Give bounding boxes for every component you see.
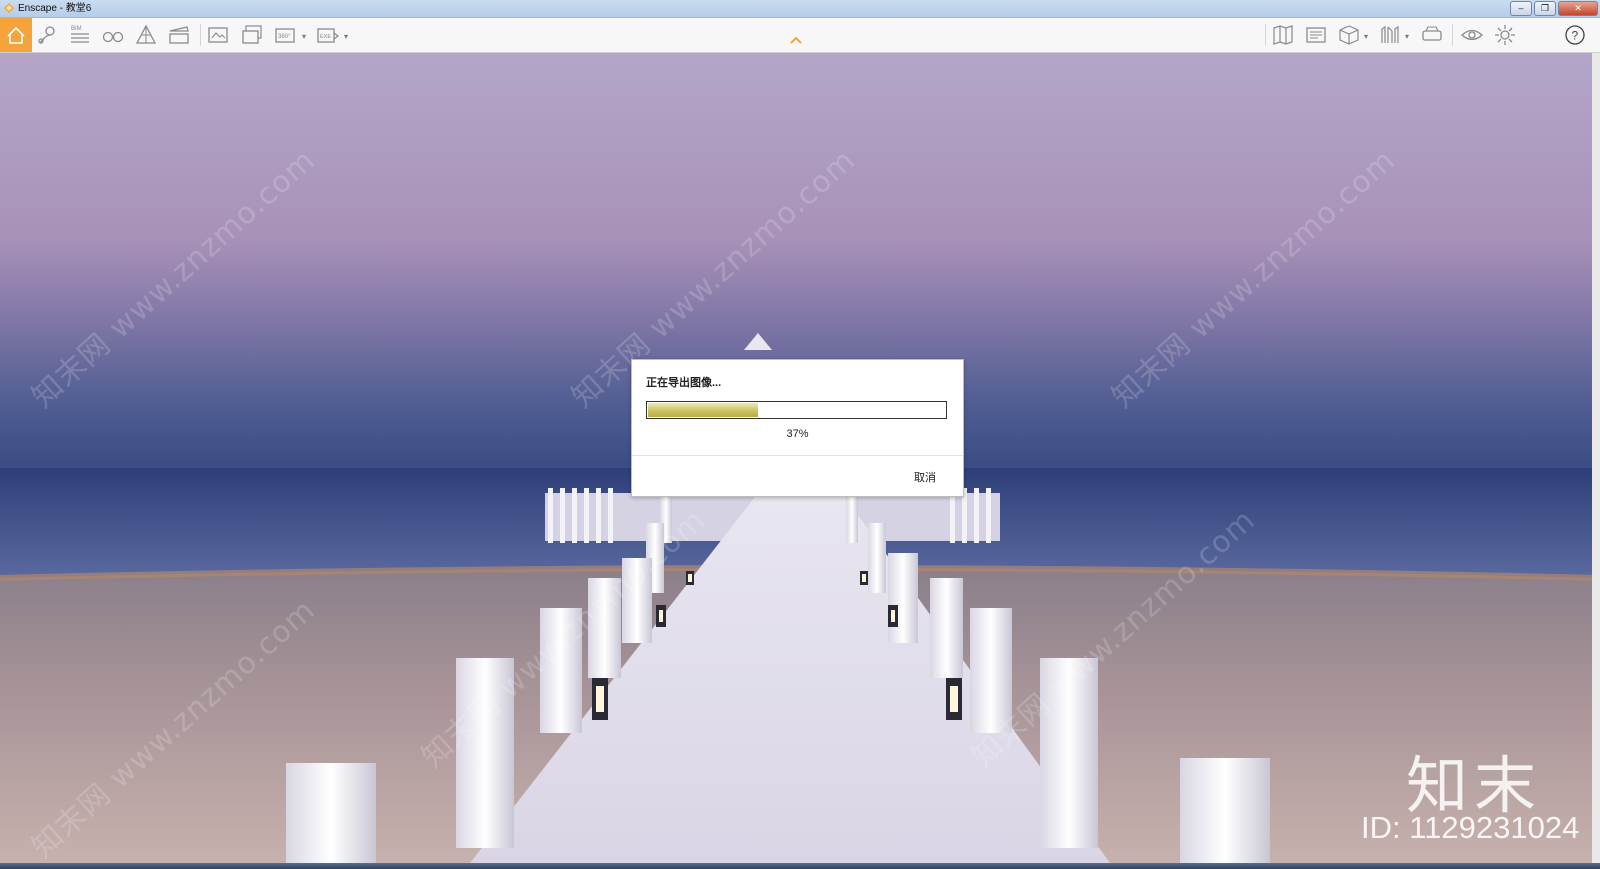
progress-percent: 37% — [786, 428, 809, 440]
window-controls: – ❐ ✕ — [1508, 0, 1598, 16]
asset-library-button[interactable] — [1378, 23, 1404, 47]
restore-button[interactable]: ❐ — [1534, 1, 1556, 16]
panorama-label: 360° — [278, 34, 291, 40]
toolbar-divider-right — [1265, 24, 1266, 46]
help-button[interactable]: ? — [1563, 23, 1589, 47]
panorama-dropdown-icon[interactable]: ▾ — [302, 32, 306, 41]
title-bar: Enscape - 教堂6 – ❐ ✕ — [0, 0, 1600, 18]
render-image-button[interactable] — [206, 23, 232, 47]
batch-render-button[interactable] — [240, 23, 266, 47]
perspective-button[interactable] — [134, 23, 160, 47]
binoculars-button[interactable] — [101, 23, 127, 47]
progress-fill — [648, 403, 758, 417]
dialog-divider — [632, 455, 963, 456]
bim-button[interactable]: BIM — [68, 23, 94, 47]
enscape-logo-icon — [4, 3, 14, 13]
settings-button[interactable] — [1493, 23, 1519, 47]
home-button[interactable] — [0, 18, 32, 52]
home-icon — [7, 26, 25, 44]
render-image-icon — [208, 27, 228, 43]
export-exe-button[interactable]: EXE — [316, 23, 342, 47]
vr-button[interactable] — [1420, 23, 1446, 47]
help-icon: ? — [1565, 25, 1585, 45]
binoculars-icon — [102, 31, 124, 43]
location-button[interactable] — [36, 23, 62, 47]
views-dropdown-icon[interactable]: ▾ — [1364, 32, 1368, 41]
perspective-icon — [135, 24, 157, 44]
exe-label: EXE — [320, 34, 331, 40]
cancel-button[interactable]: 取消 — [914, 469, 936, 485]
gallery-icon — [1306, 27, 1326, 43]
toolbar-divider — [200, 24, 201, 46]
map-icon — [1273, 25, 1293, 45]
clapper-icon — [169, 26, 189, 44]
export-exe-icon: EXE — [317, 28, 339, 43]
asset-dropdown-icon[interactable]: ▾ — [1405, 32, 1409, 41]
location-icon — [38, 26, 55, 44]
dialog-title: 正在导出图像... — [646, 377, 722, 389]
enscape-window: Enscape - 教堂6 – ❐ ✕ BIM 360° ▾ EXE ▾ ▾ ▾… — [0, 0, 1600, 869]
main-toolbar: BIM 360° ▾ EXE ▾ ▾ ▾ ? — [0, 18, 1600, 53]
bim-icon: BIM — [71, 26, 89, 43]
visual-settings-icon — [1461, 29, 1483, 41]
cube-view-icon — [1339, 25, 1359, 45]
toolbar-divider-right-2 — [1452, 24, 1453, 46]
panorama-button[interactable]: 360° — [274, 23, 300, 47]
svg-text:?: ? — [1572, 29, 1579, 43]
panorama-360-icon: 360° — [275, 28, 295, 43]
map-button[interactable] — [1271, 23, 1297, 47]
id-watermark: ID: 1129231024 — [1361, 810, 1580, 845]
gallery-button[interactable] — [1304, 23, 1330, 47]
export-progress-bar — [646, 401, 947, 419]
asset-library-icon — [1381, 25, 1399, 43]
close-button[interactable]: ✕ — [1558, 1, 1598, 16]
visual-settings-button[interactable] — [1460, 23, 1486, 47]
views-button[interactable] — [1337, 23, 1363, 47]
bim-label: BIM — [71, 26, 82, 32]
window-title: Enscape - 教堂6 — [18, 3, 92, 14]
vr-headset-icon — [1422, 26, 1442, 41]
settings-gear-icon — [1495, 25, 1515, 45]
export-progress-dialog: 正在导出图像... 37% 取消 — [631, 359, 964, 497]
minimize-button[interactable]: – — [1510, 1, 1532, 16]
export-dropdown-icon[interactable]: ▾ — [344, 32, 348, 41]
video-editor-button[interactable] — [167, 23, 193, 47]
collapse-toolbar-icon[interactable] — [788, 34, 804, 46]
vertical-scrollbar[interactable] — [1592, 53, 1600, 863]
batch-render-icon — [242, 25, 262, 44]
windows-taskbar — [0, 863, 1600, 869]
